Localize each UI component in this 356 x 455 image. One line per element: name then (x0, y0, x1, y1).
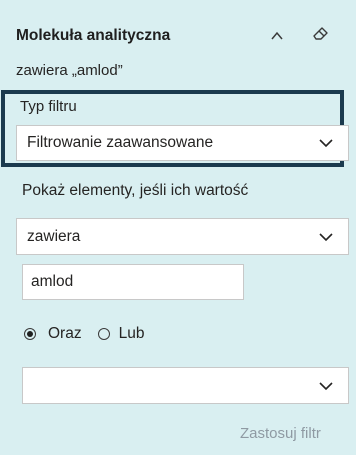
chevron-down-icon (319, 381, 333, 390)
show-items-label: Pokaż elementy, jeśli ich wartość (22, 182, 249, 199)
filter-type-label: Typ filtru (20, 98, 77, 115)
value-input[interactable]: amlod (22, 264, 244, 300)
second-operator-select[interactable] (22, 367, 349, 404)
chevron-down-icon (319, 232, 333, 241)
radio-and-label[interactable]: Oraz (48, 325, 82, 343)
filter-summary: zawiera „amlod” (16, 62, 123, 79)
apply-filter-button[interactable]: Zastosuj filtr (240, 425, 321, 442)
chevron-down-icon (319, 139, 333, 148)
operator-select[interactable]: zawiera (16, 218, 349, 255)
radio-or[interactable] (97, 328, 110, 340)
eraser-icon[interactable] (310, 22, 332, 44)
filter-type-value: Filtrowanie zaawansowane (27, 134, 214, 151)
caret-up-icon[interactable] (268, 27, 286, 45)
value-input-text: amlod (31, 273, 74, 290)
filter-card-title[interactable]: Molekuła analityczna (16, 27, 170, 45)
filter-type-select[interactable]: Filtrowanie zaawansowane (16, 125, 349, 161)
radio-or-label[interactable]: Lub (119, 325, 145, 343)
filter-card: Molekuła analityczna zawiera „amlod” Typ… (0, 0, 356, 455)
radio-and[interactable] (24, 328, 36, 340)
logic-radio-group: Oraz Lub (24, 324, 144, 344)
operator-value: zawiera (27, 227, 81, 245)
